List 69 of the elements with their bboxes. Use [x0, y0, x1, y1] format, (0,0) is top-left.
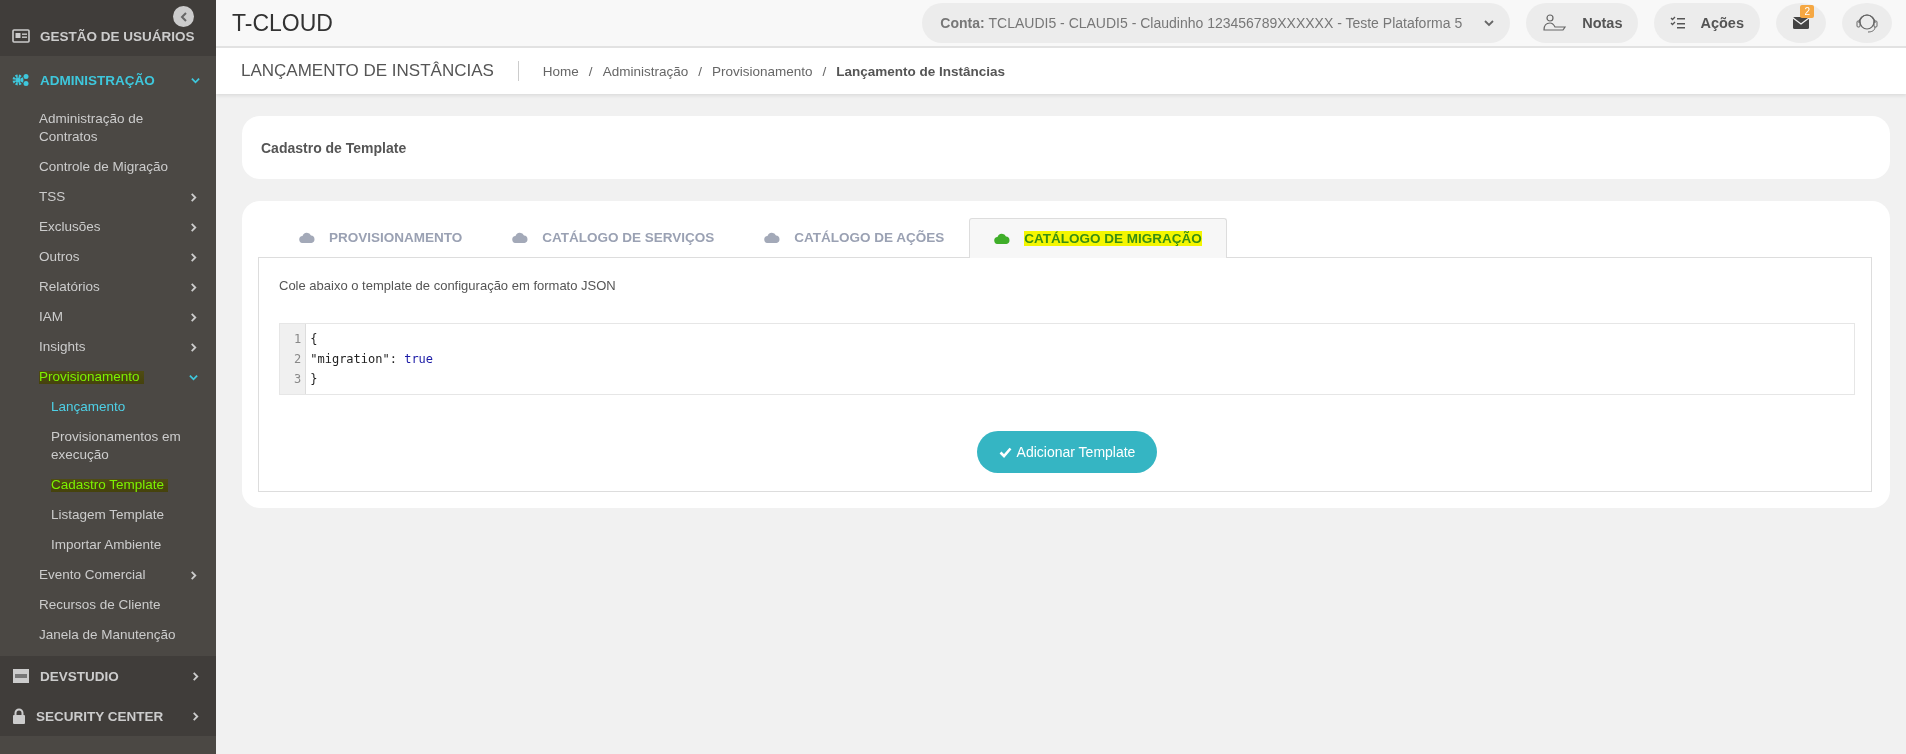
card-title: Cadastro de Template [261, 139, 407, 156]
account-selector[interactable]: Conta: TCLAUDI5 - CLAUDI5 - Claudinho 123456789XXXXXX - Teste Plataforma 5 [922, 3, 1511, 43]
sidebar-subitem[interactable]: Lançamento [0, 392, 216, 422]
sidebar-item[interactable]: Relatórios [0, 272, 216, 302]
support-button[interactable] [1842, 3, 1892, 43]
sidebar-item[interactable]: Janela de Manutenção [0, 620, 216, 650]
chevron-down-icon [191, 75, 200, 85]
breadcrumb-current: Lançamento de Instâncias [836, 63, 1006, 79]
person-laptop-icon [1542, 13, 1569, 33]
app-title: T-CLOUD [232, 9, 334, 37]
actions-button[interactable]: Ações [1654, 3, 1760, 43]
chevron-down-icon [1484, 19, 1495, 27]
cloud-icon [764, 232, 781, 243]
sidebar-item[interactable]: Provisionamento [0, 362, 216, 392]
lock-icon [12, 708, 26, 724]
sidebar-item[interactable]: Controle de Migração [0, 152, 216, 182]
sidebar-item[interactable]: Insights [0, 332, 216, 362]
gears-icon [12, 73, 30, 87]
breadcrumb-link[interactable]: Home [542, 63, 579, 79]
breadcrumb-link[interactable]: Provisionamento [711, 63, 813, 79]
breadcrumb-separator: / [697, 63, 703, 79]
code-editor[interactable]: 1 2 3 { "migration": true } [279, 323, 1855, 395]
sidebar-item[interactable]: Exclusões [0, 212, 216, 242]
sidebar-item[interactable]: Outros [0, 242, 216, 272]
chevron-right-icon [189, 222, 198, 232]
sidebar-item[interactable]: TSS [0, 182, 216, 212]
sidebar-subitem[interactable]: Listagem Template [0, 500, 216, 530]
sidebar-section[interactable]: SECURITY CENTER [0, 696, 216, 736]
dev-icon [12, 669, 30, 683]
sidebar-subitem[interactable]: Importar Ambiente [0, 530, 216, 560]
cloud-icon [994, 233, 1011, 244]
breadcrumb-separator: / [821, 63, 828, 79]
instruction-text: Cole abaixo o template de configuração em formato JSON [279, 278, 617, 293]
check-icon [998, 446, 1012, 458]
tab[interactable]: CATÁLOGO DE MIGRAÇÃO [969, 218, 1227, 258]
sidebar-item[interactable]: Recursos de Cliente [0, 590, 216, 620]
checklist-icon [1670, 16, 1687, 30]
chevron-right-icon [191, 671, 200, 681]
chevron-right-icon [189, 252, 198, 262]
notes-button[interactable]: Notas [1526, 3, 1639, 43]
sidebar-subitem[interactable]: Cadastro Template [0, 470, 216, 500]
breadcrumb-separator: / [587, 63, 594, 79]
code-line: { [310, 331, 319, 348]
sidebar-item[interactable]: Administração de Contratos [0, 104, 216, 152]
chevron-right-icon [189, 570, 198, 580]
sidebar-item[interactable]: Evento Comercial [0, 560, 216, 590]
code-line: } [310, 371, 319, 388]
chevron-right-icon [189, 312, 198, 322]
sidebar-subitem[interactable]: Provisionamentos em execução [0, 422, 216, 470]
chevron-left-icon [179, 11, 188, 22]
line-number: 1 [294, 331, 302, 348]
chevron-right-icon [189, 192, 198, 202]
sidebar-item[interactable]: IAM [0, 302, 216, 332]
chevron-down-icon [189, 372, 198, 382]
line-number: 2 [294, 351, 302, 368]
line-number: 3 [294, 371, 302, 388]
cloud-icon [512, 232, 529, 243]
chevron-right-icon [189, 282, 198, 292]
envelope-icon [1793, 17, 1809, 29]
id-card-icon [12, 29, 30, 43]
cloud-icon [299, 232, 315, 243]
notification-badge: 2 [1800, 5, 1814, 18]
chevron-right-icon [191, 711, 200, 721]
code-line: "migration": true [310, 351, 434, 368]
sidebar-section[interactable]: DEVSTUDIO [0, 656, 216, 696]
chevron-right-icon [189, 342, 198, 352]
sidebar-section[interactable]: GESTÃO DE USUÁRIOS [0, 16, 216, 56]
page-title: LANÇAMENTO DE INSTÂNCIAS [241, 61, 494, 81]
breadcrumb-link[interactable]: Administração [602, 63, 689, 79]
